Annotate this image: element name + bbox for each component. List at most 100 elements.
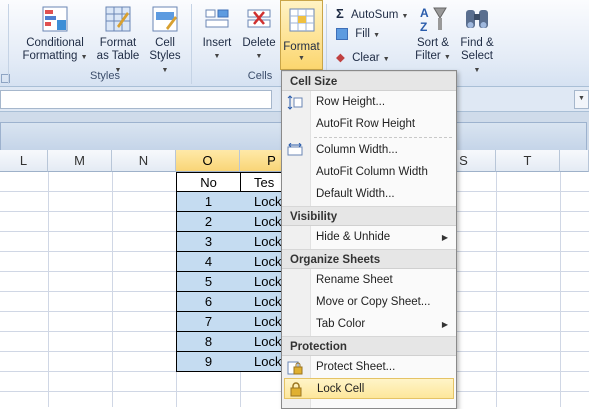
menu-item-label: Row Height... [316,96,386,108]
chevron-down-icon: ▼ [373,32,381,40]
column-header-N[interactable]: N [112,150,176,172]
table-cell-no[interactable]: 7 [176,312,241,332]
column-label: N [138,153,149,168]
format-dropdown-menu: Cell Size Row Height... AutoFit Row Heig… [281,70,457,409]
menu-item-label: AutoFit Column Width [316,166,428,178]
menu-item-tab-color[interactable]: Tab Color ▶ [282,314,456,335]
cell-styles-label: Cell [155,37,175,49]
column-label: M [74,153,85,168]
autosum-button[interactable]: Σ AutoSum ▼ [336,6,408,21]
fill-label: Fill [355,28,370,41]
fill-button[interactable]: Fill ▼ [336,28,380,40]
svg-text:Z: Z [420,20,427,34]
menu-item-label: Move or Copy Sheet... [316,296,431,308]
menu-item-label: Column Width... [316,144,398,156]
find-select-label-2: Select [461,50,493,62]
format-as-table-label-2: as Table [96,50,140,62]
column-header-O[interactable]: O [176,150,240,172]
clear-button[interactable]: ◆ Clear ▼ [336,50,390,64]
cell-styles-icon [152,6,178,32]
chevron-down-icon: ▼ [298,55,305,62]
insert-button[interactable]: Insert ▼ [198,2,236,63]
column-label: S [459,153,468,168]
cells-group-label: Cells [247,70,273,82]
column-header-L[interactable]: L [0,150,48,172]
table-cell-no[interactable]: 5 [176,272,241,292]
delete-button[interactable]: Delete ▼ [240,2,278,63]
format-label: Format [283,41,320,53]
format-cells-icon [289,8,315,32]
menu-item-lock-cell[interactable]: Lock Cell [284,378,454,399]
insert-label: Insert [202,37,232,49]
submenu-arrow-icon: ▶ [441,320,448,329]
delete-label: Delete [242,37,276,49]
menu-item-label: Default Width... [316,188,395,200]
formula-input[interactable] [0,90,272,109]
table-cell-no[interactable]: 8 [176,332,241,352]
chevron-down-icon: ▼ [443,54,451,61]
menu-section-visibility: Visibility [282,206,456,226]
row-height-icon [287,95,303,110]
table-cell-no[interactable]: 1 [176,192,241,212]
find-select-label: Find & [460,37,494,49]
menu-item-label: Rename Sheet [316,274,393,286]
conditional-formatting-label-2: Formatting [22,50,78,62]
table-cell-no[interactable]: 4 [176,252,241,272]
table-cell-no[interactable]: 3 [176,232,241,252]
formula-expand-button[interactable]: ▼ [574,90,589,109]
format-button[interactable]: Format ▼ [280,0,323,70]
conditional-formatting-label: Conditional [26,37,84,49]
table-header-no[interactable]: No [176,172,241,192]
protect-sheet-icon [287,361,303,375]
insert-cells-icon [205,9,229,28]
menu-separator [314,137,452,138]
column-header-partial[interactable] [560,150,589,172]
table-cell-no[interactable]: 9 [176,352,241,372]
chevron-down-icon: ▼ [255,53,263,60]
menu-item-protect-sheet[interactable]: Protect Sheet... [282,357,456,378]
menu-item-autofit-column-width[interactable]: AutoFit Column Width [282,162,456,183]
menu-item-label: Lock Cell [317,383,365,395]
menu-section-protection: Protection [282,336,456,356]
table-cell-no[interactable]: 2 [176,212,241,232]
ribbon-separator [8,4,9,84]
column-label: T [523,153,532,168]
menu-item-column-width[interactable]: Column Width... [282,140,456,161]
menu-item-hide-unhide[interactable]: Hide & Unhide ▶ [282,227,456,248]
sort-filter-label-2: Filter [415,50,441,62]
chevron-down-icon: ▼ [382,56,390,63]
find-select-button[interactable]: Find & Select ▼ [456,2,498,77]
format-as-table-icon [105,6,131,32]
column-header-T[interactable]: T [496,150,560,172]
delete-cells-icon [247,9,271,28]
conditional-formatting-button[interactable]: Conditional Formatting ▼ [22,2,88,64]
column-header-M[interactable]: M [48,150,112,172]
ribbon-separator [191,4,192,84]
chevron-down-icon: ▼ [401,13,409,20]
column-label: L [19,153,28,168]
menu-item-row-height[interactable]: Row Height... [282,92,456,113]
menu-item-label: Hide & Unhide [316,231,391,243]
svg-text:A: A [420,6,429,20]
autosum-label: AutoSum [351,9,399,21]
sort-filter-label: Sort & [417,37,449,49]
sigma-icon: Σ [336,6,344,21]
binoculars-icon [466,10,488,28]
table-cell-no[interactable]: 6 [176,292,241,312]
chevron-down-icon: ▼ [578,95,585,102]
menu-item-label: Tab Color [316,318,366,330]
menu-item-default-width[interactable]: Default Width... [282,184,456,205]
sort-filter-icon: A Z [420,6,447,34]
cell-styles-button[interactable]: Cell Styles ▼ [146,2,184,77]
format-as-table-label: Format [99,37,137,49]
conditional-formatting-icon [42,6,68,32]
menu-item-rename-sheet[interactable]: Rename Sheet [282,270,456,291]
sort-filter-button[interactable]: A Z Sort & Filter ▼ [414,2,452,64]
menu-item-autofit-row-height[interactable]: AutoFit Row Height [282,114,456,135]
menu-item-move-copy-sheet[interactable]: Move or Copy Sheet... [282,292,456,313]
menu-section-cell-size: Cell Size [282,71,456,91]
menu-section-organize-sheets: Organize Sheets [282,249,456,269]
column-width-icon [287,143,303,156]
format-as-table-button[interactable]: Format as Table ▼ [92,2,144,77]
column-label: O [202,153,213,168]
